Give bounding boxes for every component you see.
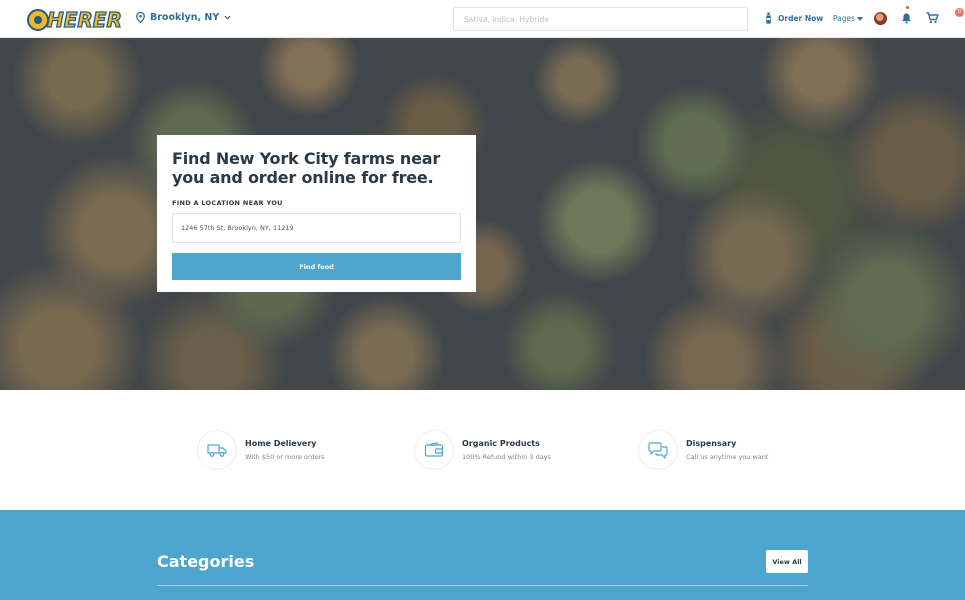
delivery-truck-icon [197, 430, 237, 470]
bell-icon[interactable] [901, 12, 912, 24]
feature-title: Dispensary [686, 439, 737, 448]
find-food-button[interactable]: Find food [172, 253, 461, 280]
location-selector[interactable]: Brooklyn, NY [136, 12, 231, 23]
bottle-icon [766, 12, 771, 24]
cart-count-badge: 0 [955, 8, 964, 17]
chat-icon [638, 430, 678, 470]
feature-subtitle: Call us anytime you want [686, 453, 769, 461]
logo-text: HERER [46, 7, 122, 32]
user-avatar[interactable] [874, 12, 887, 25]
hero-title: Find New York City farms near you and or… [172, 149, 441, 187]
order-now-link[interactable]: Order Now [765, 12, 823, 24]
categories-title: Categories [157, 552, 255, 571]
map-pin-icon [136, 12, 145, 23]
location-search-card: Find New York City farms near you and or… [157, 135, 476, 292]
categories-section: Categories View All [0, 510, 965, 600]
logo-badge-icon [27, 8, 49, 31]
feature-title: Organic Products [462, 439, 540, 448]
top-nav: HERER Brooklyn, NY Order Now Pages [0, 0, 965, 38]
feature-subtitle: 100% Refund within 3 days [462, 453, 551, 461]
brand-logo[interactable]: HERER [27, 7, 123, 32]
feature-home-delivery: Home Delievery With $50 or more orders [197, 430, 325, 470]
features-section: Home Delievery With $50 or more orders O… [0, 390, 965, 510]
feature-subtitle: With $50 or more orders [245, 453, 325, 461]
hero-banner [0, 38, 965, 390]
location-field-label: FIND A LOCATION NEAR YOU [172, 199, 283, 207]
chevron-down-icon [224, 15, 231, 20]
order-now-label: Order Now [778, 13, 824, 23]
wallet-icon [414, 430, 454, 470]
search-input[interactable] [453, 7, 748, 31]
section-divider [157, 585, 808, 586]
address-input[interactable] [172, 213, 461, 243]
notification-dot [906, 6, 909, 9]
feature-title: Home Delievery [245, 439, 317, 448]
pages-menu[interactable]: Pages [833, 14, 864, 23]
feature-dispensary: Dispensary Call us anytime you want [638, 430, 768, 470]
caret-down-icon [857, 16, 864, 21]
view-all-button[interactable]: View All [766, 550, 808, 573]
location-label: Brooklyn, NY [150, 12, 220, 23]
pages-label: Pages [833, 14, 856, 23]
feature-organic-products: Organic Products 100% Refund within 3 da… [414, 430, 551, 470]
cart-icon[interactable] [926, 12, 939, 24]
